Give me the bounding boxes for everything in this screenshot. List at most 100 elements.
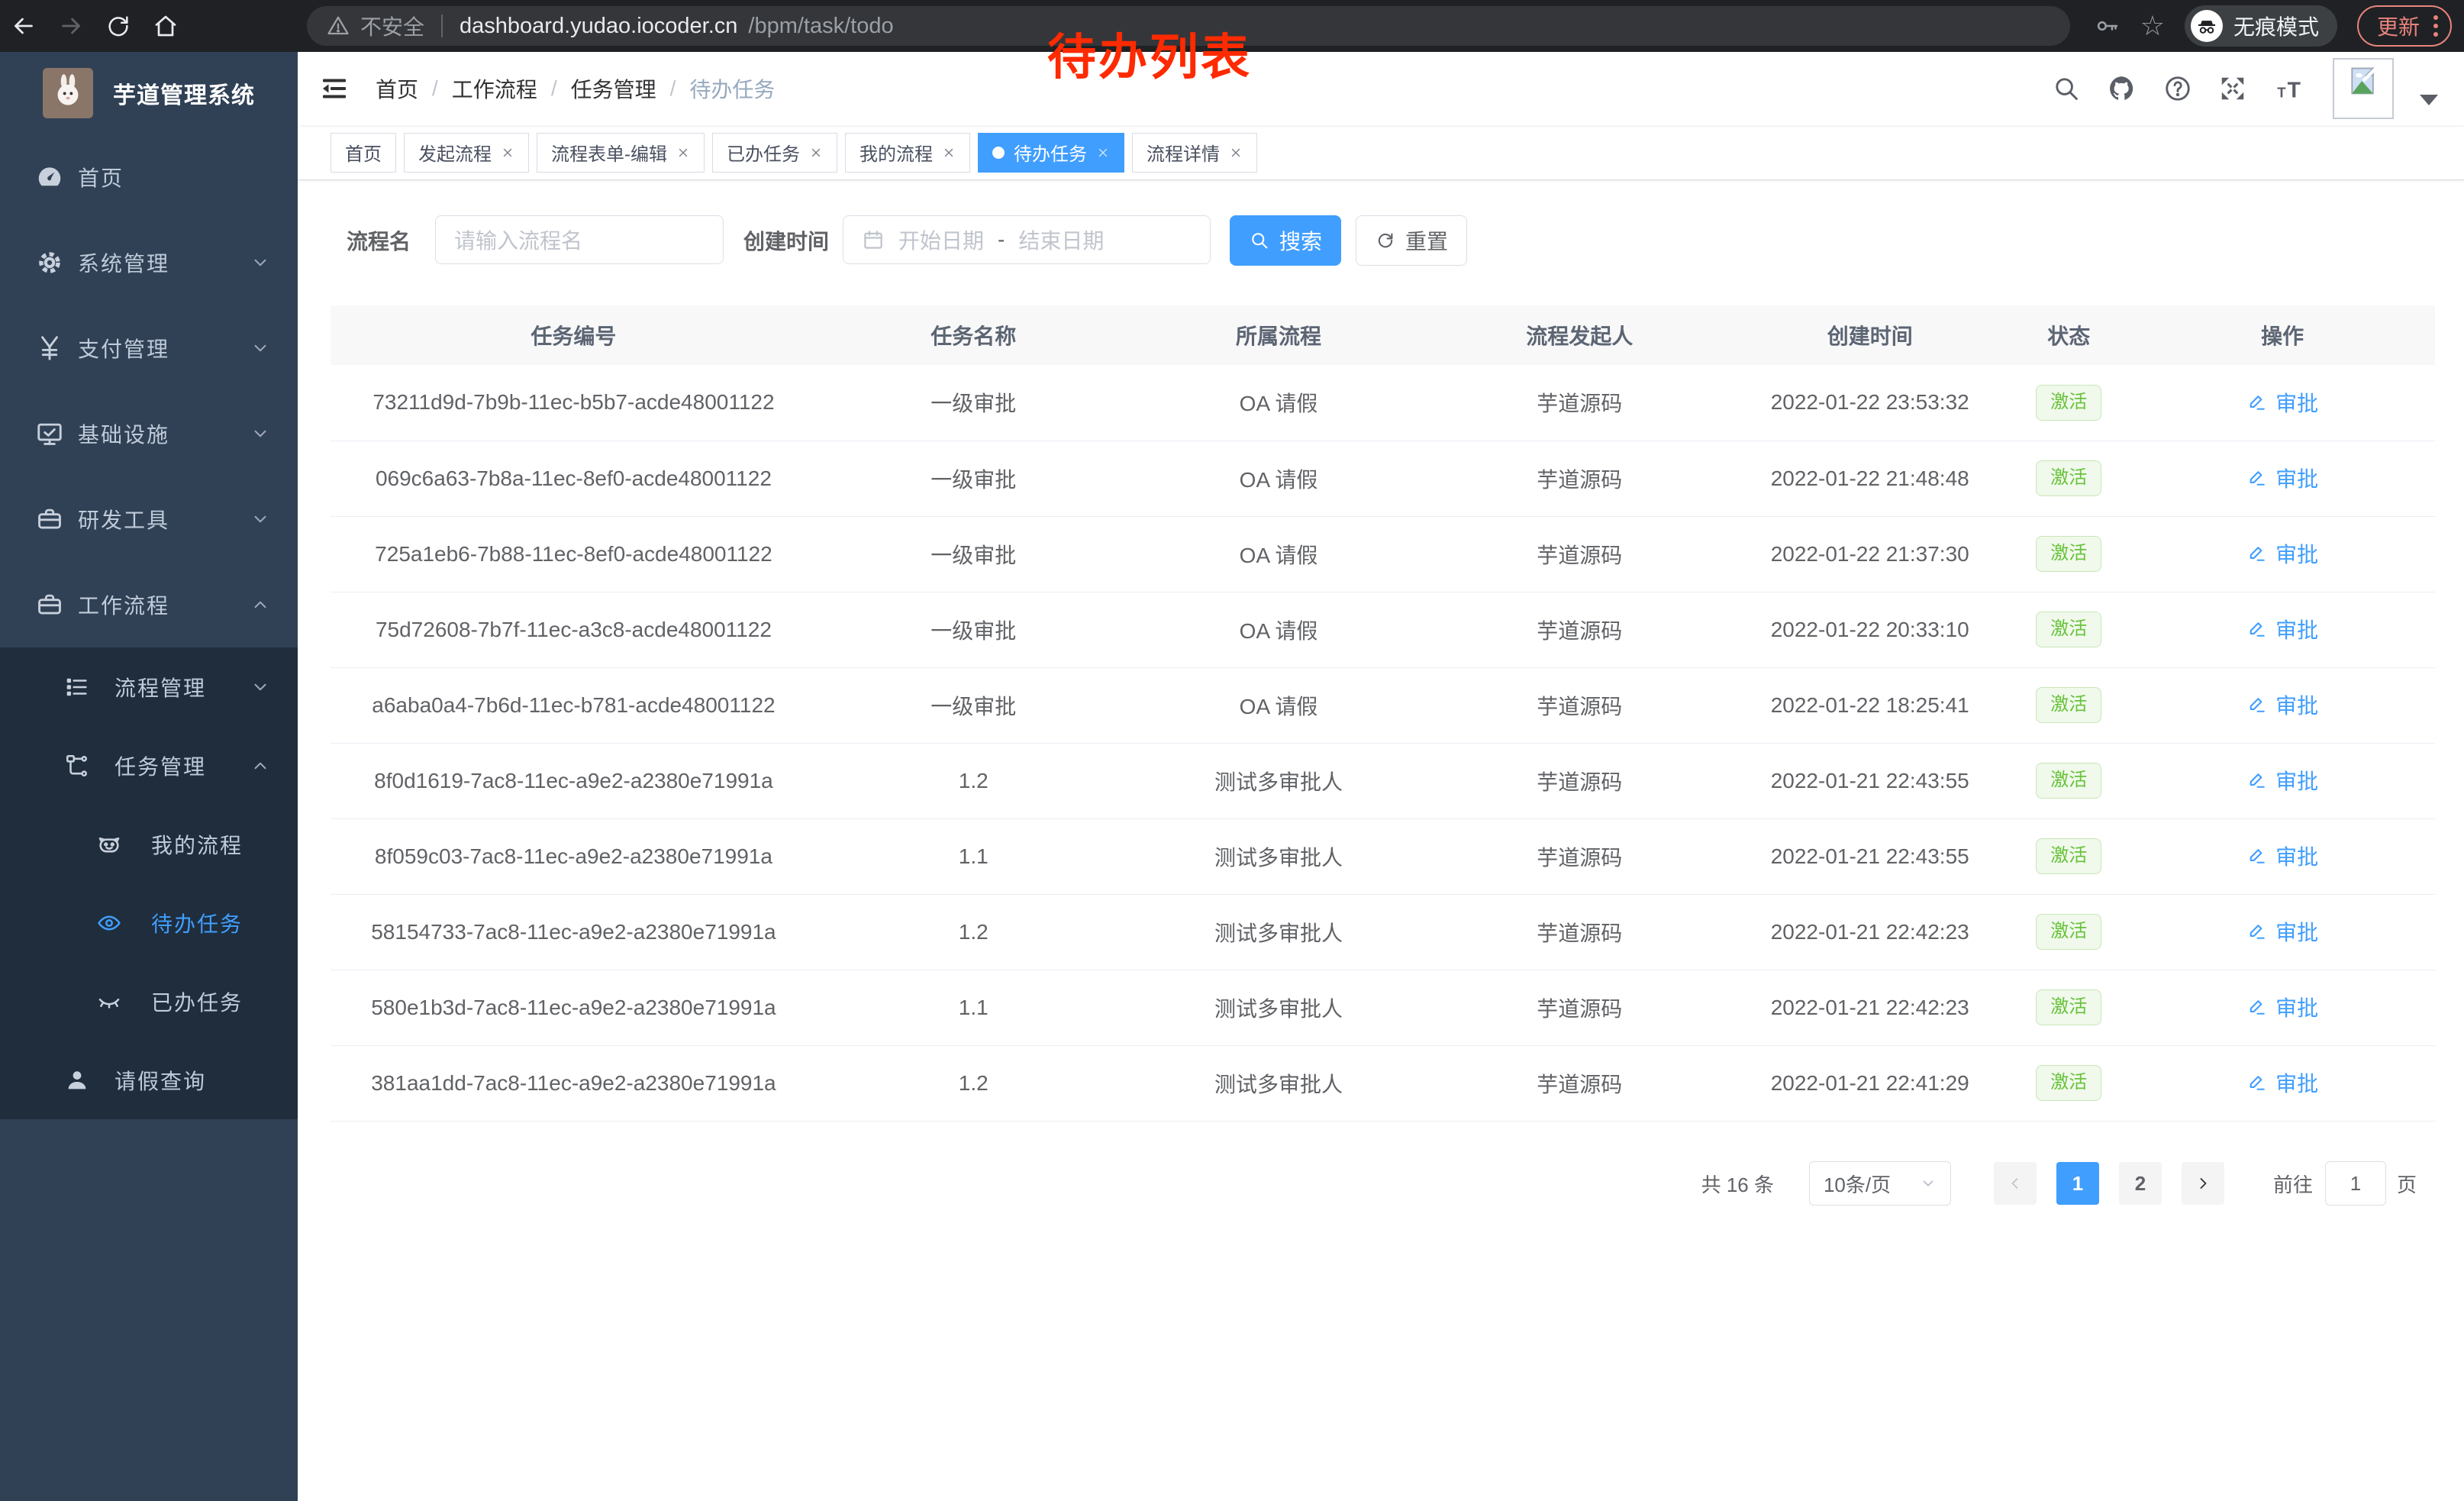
date-range-picker[interactable]: 开始日期 - 结束日期 <box>843 215 1211 264</box>
cell-starter: 芋道源码 <box>1427 516 1732 592</box>
approve-link[interactable]: 审批 <box>2246 463 2318 493</box>
browser-home-button[interactable] <box>142 3 189 49</box>
chevron-down-icon <box>250 509 270 529</box>
prev-page-button[interactable] <box>1994 1162 2037 1205</box>
sidebar-item-infrastructure[interactable]: 基础设施 <box>0 391 298 476</box>
url-path: /bpm/task/todo <box>748 14 893 39</box>
search-icon[interactable] <box>2052 74 2081 103</box>
tag-todo-tasks[interactable]: 待办任务 <box>978 133 1124 173</box>
sidebar-item-process-management[interactable]: 流程管理 <box>0 647 298 726</box>
sidebar-collapse-button[interactable] <box>319 73 350 104</box>
cell-task-name: 1.2 <box>817 743 1130 818</box>
page-button-1[interactable]: 1 <box>2056 1162 2099 1205</box>
close-icon[interactable] <box>942 146 956 160</box>
browser-forward-button[interactable] <box>47 3 95 49</box>
end-date-placeholder: 结束日期 <box>1018 224 1104 255</box>
page-annotation: 待办列表 <box>1047 18 1252 89</box>
pagination-total: 共 16 条 <box>1701 1170 1774 1198</box>
browser-reload-button[interactable] <box>95 3 142 49</box>
key-icon[interactable] <box>2095 13 2121 39</box>
app-logo-row[interactable]: 芋道管理系统 <box>0 52 298 134</box>
avatar-caret-icon[interactable] <box>2420 95 2438 105</box>
font-size-icon[interactable]: TT <box>2273 73 2307 104</box>
breadcrumb-home[interactable]: 首页 <box>376 73 418 104</box>
cell-task-id: 725a1eb6-7b88-11ec-8ef0-acde48001122 <box>331 516 817 592</box>
sidebar-item-leave-query[interactable]: 请假查询 <box>0 1041 298 1119</box>
bookmark-star-icon[interactable]: ☆ <box>2140 12 2165 40</box>
approve-link[interactable]: 审批 <box>2246 765 2318 796</box>
github-icon[interactable] <box>2107 73 2137 104</box>
sidebar-item-system[interactable]: 系统管理 <box>0 220 298 305</box>
col-status: 状态 <box>2008 305 2130 365</box>
edit-pen-icon <box>2246 618 2268 640</box>
browser-menu-icon[interactable] <box>2433 15 2438 37</box>
sidebar-item-workflow[interactable]: 工作流程 <box>0 562 298 647</box>
cell-task-id: 381aa1dd-7ac8-11ec-a9e2-a2380e71991a <box>331 1045 817 1121</box>
cell-create-time: 2022-01-22 18:25:41 <box>1732 667 2008 743</box>
breadcrumb-workflow[interactable]: 工作流程 <box>452 73 537 104</box>
filter-form: 流程名 请输入流程名 创建时间 开始日期 - 结束日期 搜索 重置 <box>298 215 2464 266</box>
broken-image-icon <box>2346 64 2380 98</box>
close-icon[interactable] <box>676 146 690 160</box>
tag-process-detail[interactable]: 流程详情 <box>1132 133 1257 173</box>
sidebar-item-task-management[interactable]: 任务管理 <box>0 726 298 805</box>
gauge-icon <box>35 163 64 192</box>
chevron-down-icon <box>250 677 270 697</box>
chevron-down-icon <box>250 253 270 273</box>
close-icon[interactable] <box>809 146 823 160</box>
status-badge: 激活 <box>2036 460 2101 496</box>
search-icon <box>1249 230 1270 251</box>
pagination: 共 16 条 10条/页 1 2 前往 页 <box>1701 1160 2417 1206</box>
cell-starter: 芋道源码 <box>1427 441 1732 516</box>
sidebar-item-done-tasks[interactable]: 已办任务 <box>0 962 298 1041</box>
browser-update-button[interactable]: 更新 <box>2357 5 2452 47</box>
close-icon[interactable] <box>501 146 514 160</box>
edit-pen-icon <box>2246 921 2268 942</box>
breadcrumb-task-management[interactable]: 任务管理 <box>571 73 656 104</box>
cell-process: OA 请假 <box>1130 441 1427 516</box>
breadcrumb-current: 待办任务 <box>689 73 775 104</box>
process-name-input[interactable]: 请输入流程名 <box>435 215 724 264</box>
create-time-label: 创建时间 <box>743 215 829 266</box>
close-icon[interactable] <box>1096 146 1110 160</box>
back-arrow-icon <box>10 12 37 40</box>
sidebar-item-payment[interactable]: 支付管理 <box>0 305 298 391</box>
sidebar-item-todo-tasks[interactable]: 待办任务 <box>0 883 298 962</box>
page-button-2[interactable]: 2 <box>2119 1162 2162 1205</box>
search-button[interactable]: 搜索 <box>1230 215 1341 266</box>
browser-back-button[interactable] <box>0 3 47 49</box>
update-label: 更新 <box>2377 11 2420 41</box>
tag-process-form-edit[interactable]: 流程表单-编辑 <box>537 133 705 173</box>
approve-link[interactable]: 审批 <box>2246 992 2318 1022</box>
next-page-button[interactable] <box>2182 1162 2224 1205</box>
approve-link[interactable]: 审批 <box>2246 387 2318 418</box>
fullscreen-icon[interactable] <box>2218 74 2247 103</box>
tag-start-process[interactable]: 发起流程 <box>404 133 529 173</box>
reset-button[interactable]: 重置 <box>1356 215 1467 266</box>
tag-home[interactable]: 首页 <box>331 133 396 173</box>
gear-icon <box>35 248 64 277</box>
navbar: 首页 / 工作流程 / 任务管理 / 待办任务 TT <box>298 52 2464 125</box>
close-icon[interactable] <box>1229 146 1243 160</box>
tag-my-process[interactable]: 我的流程 <box>845 133 970 173</box>
help-icon[interactable] <box>2163 74 2192 103</box>
approve-link[interactable]: 审批 <box>2246 841 2318 871</box>
approve-link[interactable]: 审批 <box>2246 689 2318 720</box>
approve-link[interactable]: 审批 <box>2246 614 2318 644</box>
approve-link[interactable]: 审批 <box>2246 1067 2318 1098</box>
col-actions: 操作 <box>2130 305 2435 365</box>
sidebar-item-dev-tools[interactable]: 研发工具 <box>0 476 298 562</box>
tag-done-tasks[interactable]: 已办任务 <box>712 133 837 173</box>
cell-task-id: 58154733-7ac8-11ec-a9e2-a2380e71991a <box>331 894 817 970</box>
cell-create-time: 2022-01-21 22:43:55 <box>1732 743 2008 818</box>
goto-page-input[interactable] <box>2325 1161 2386 1206</box>
page-size-select[interactable]: 10条/页 <box>1809 1161 1951 1206</box>
approve-link[interactable]: 审批 <box>2246 538 2318 569</box>
status-badge: 激活 <box>2036 914 2101 950</box>
sidebar-item-home[interactable]: 首页 <box>0 134 298 220</box>
home-icon <box>152 12 179 40</box>
cell-process: 测试多审批人 <box>1130 894 1427 970</box>
sidebar-item-my-process[interactable]: 我的流程 <box>0 805 298 883</box>
approve-link[interactable]: 审批 <box>2246 916 2318 947</box>
user-avatar[interactable] <box>2333 58 2394 119</box>
